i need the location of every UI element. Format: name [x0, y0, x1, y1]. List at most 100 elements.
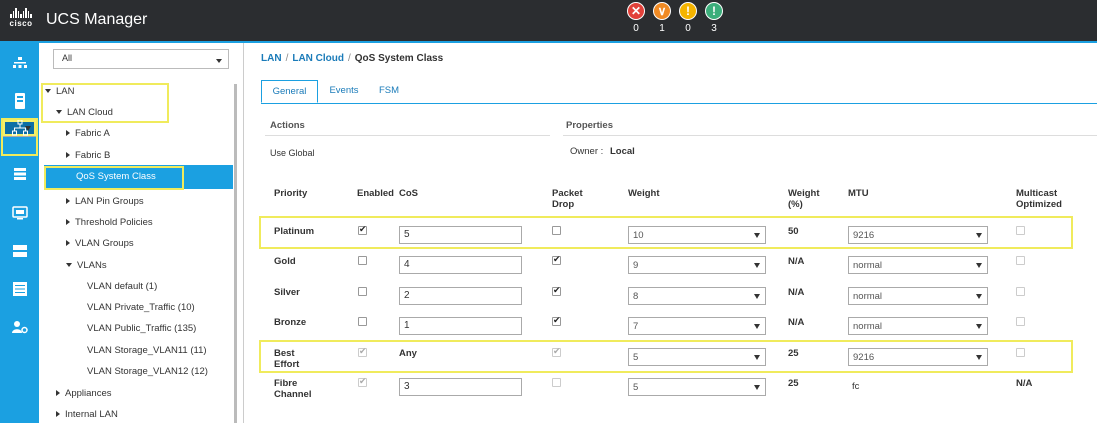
weight-select[interactable]: 9	[628, 256, 766, 274]
tab-events[interactable]: Events	[322, 80, 366, 103]
header-packet-drop: Packet Drop	[552, 188, 583, 210]
storage-icon[interactable]	[2, 233, 37, 268]
tree-label: VLANs	[77, 260, 107, 271]
enabled-checkbox[interactable]	[358, 317, 367, 326]
weight-select[interactable]: 5	[628, 378, 766, 396]
multicast-checkbox[interactable]	[1016, 226, 1025, 235]
tree-label: VLAN Private_Traffic (10)	[87, 302, 195, 313]
tree-scrollbar[interactable]	[234, 84, 237, 423]
cos-value: Any	[399, 348, 417, 359]
tree-item-fabric-b[interactable]: Fabric B	[66, 150, 110, 161]
breadcrumb-separator: /	[348, 53, 351, 64]
packet-drop-checkbox[interactable]	[552, 254, 561, 265]
breadcrumb-lan[interactable]: LAN	[261, 53, 282, 64]
tree-item-lan[interactable]: LAN	[45, 86, 74, 97]
expand-icon	[56, 390, 60, 397]
weight-select[interactable]: 5	[628, 348, 766, 366]
weight-select[interactable]: 8	[628, 287, 766, 305]
breadcrumb-lan-cloud[interactable]: LAN Cloud	[292, 53, 344, 64]
cell-priority: Silver	[274, 287, 300, 298]
major-count: 1	[659, 23, 665, 34]
packet-drop-checkbox[interactable]	[552, 315, 561, 326]
tree-item-appliances[interactable]: Appliances	[56, 388, 111, 399]
enabled-checkbox[interactable]	[358, 256, 367, 265]
mtu-select[interactable]: 9216	[848, 226, 988, 244]
multicast-checkbox[interactable]	[1016, 348, 1025, 357]
tree-item-vlans[interactable]: VLANs	[66, 260, 107, 271]
actions-divider	[265, 135, 550, 136]
mtu-select[interactable]: normal	[848, 317, 988, 335]
multicast-checkbox[interactable]	[1016, 317, 1025, 326]
tree-item-fabric-a[interactable]: Fabric A	[66, 128, 110, 139]
expand-icon	[66, 130, 70, 137]
collapse-icon	[66, 263, 72, 268]
tree-item-vlan-default[interactable]: VLAN default (1)	[87, 281, 157, 292]
tree-label: VLAN Groups	[75, 238, 134, 249]
mtu-select[interactable]: normal	[848, 256, 988, 274]
packet-drop-checkbox[interactable]	[552, 378, 561, 387]
tree-item-vlan-groups[interactable]: VLAN Groups	[66, 238, 134, 249]
minor-faults[interactable]: ! 0	[678, 2, 698, 34]
tree-item-lan-cloud[interactable]: LAN Cloud	[56, 107, 113, 118]
tree-item-vlan-public[interactable]: VLAN Public_Traffic (135)	[87, 323, 196, 334]
header-line: Drop	[552, 199, 575, 210]
chassis-icon[interactable]	[2, 271, 37, 306]
cos-input[interactable]: 5	[399, 226, 522, 244]
cos-input[interactable]: 2	[399, 287, 522, 305]
multicast-checkbox[interactable]	[1016, 287, 1025, 296]
tree-label: VLAN Storage_VLAN11 (11)	[87, 345, 207, 356]
warning-faults[interactable]: ! 3	[704, 2, 724, 34]
tree-label: Fabric B	[75, 150, 111, 161]
multicast-checkbox[interactable]	[1016, 256, 1025, 265]
tab-general[interactable]: General	[261, 80, 318, 103]
filter-value: All	[62, 53, 73, 63]
weight-select[interactable]: 10	[628, 226, 766, 244]
weight-percent-value: N/A	[788, 256, 805, 267]
app-title: UCS Manager	[46, 11, 148, 28]
packet-drop-checkbox[interactable]	[552, 346, 561, 357]
tree-item-vlan-private[interactable]: VLAN Private_Traffic (10)	[87, 302, 195, 313]
enabled-checkbox[interactable]	[358, 376, 367, 387]
priority-line: Effort	[274, 359, 300, 370]
tree-label: VLAN Public_Traffic (135)	[87, 323, 197, 334]
cos-input[interactable]: 1	[399, 317, 522, 335]
minor-icon: !	[679, 2, 697, 20]
warning-count: 3	[711, 23, 717, 34]
mtu-select[interactable]: normal	[848, 287, 988, 305]
filter-dropdown[interactable]: All	[53, 49, 229, 69]
enabled-checkbox[interactable]	[358, 287, 367, 296]
header-line: Packet	[552, 188, 583, 199]
packet-drop-checkbox[interactable]	[552, 285, 561, 296]
weight-percent-value: 50	[788, 226, 799, 237]
major-faults[interactable]: ∨ 1	[652, 2, 672, 34]
tree-item-lan-pin-groups[interactable]: LAN Pin Groups	[66, 196, 144, 207]
properties-divider	[563, 135, 1097, 136]
san-icon[interactable]	[2, 157, 37, 192]
chevron-down-icon	[216, 59, 222, 63]
tree-label: Appliances	[65, 388, 112, 399]
cos-input[interactable]: 3	[399, 378, 522, 396]
tab-fsm[interactable]: FSM	[372, 80, 406, 103]
tree-item-qos-system-class[interactable]: QoS System Class	[44, 165, 233, 189]
mtu-select[interactable]: 9216	[848, 348, 988, 366]
tree-item-vlan-storage-12[interactable]: VLAN Storage_VLAN12 (12)	[87, 366, 208, 377]
breadcrumb: LAN / LAN Cloud / QoS System Class	[261, 53, 443, 64]
enabled-checkbox[interactable]	[358, 346, 367, 357]
packet-drop-checkbox[interactable]	[552, 226, 561, 235]
lan-icon[interactable]	[2, 119, 37, 137]
use-global-link[interactable]: Use Global	[270, 148, 315, 159]
equipment-icon[interactable]	[2, 46, 37, 81]
actions-title: Actions	[270, 120, 305, 131]
priority-line: Silver	[274, 287, 300, 298]
admin-icon[interactable]	[2, 309, 37, 344]
vm-icon[interactable]	[2, 195, 37, 230]
tree-item-internal-lan[interactable]: Internal LAN	[56, 409, 118, 420]
tree-item-threshold-policies[interactable]: Threshold Policies	[66, 217, 153, 228]
critical-icon: ✕	[627, 2, 645, 20]
critical-faults[interactable]: ✕ 0	[626, 2, 646, 34]
cos-input[interactable]: 4	[399, 256, 522, 274]
servers-icon[interactable]	[2, 83, 37, 118]
tree-item-vlan-storage-11[interactable]: VLAN Storage_VLAN11 (11)	[87, 345, 207, 356]
weight-select[interactable]: 7	[628, 317, 766, 335]
enabled-checkbox[interactable]	[358, 224, 367, 235]
